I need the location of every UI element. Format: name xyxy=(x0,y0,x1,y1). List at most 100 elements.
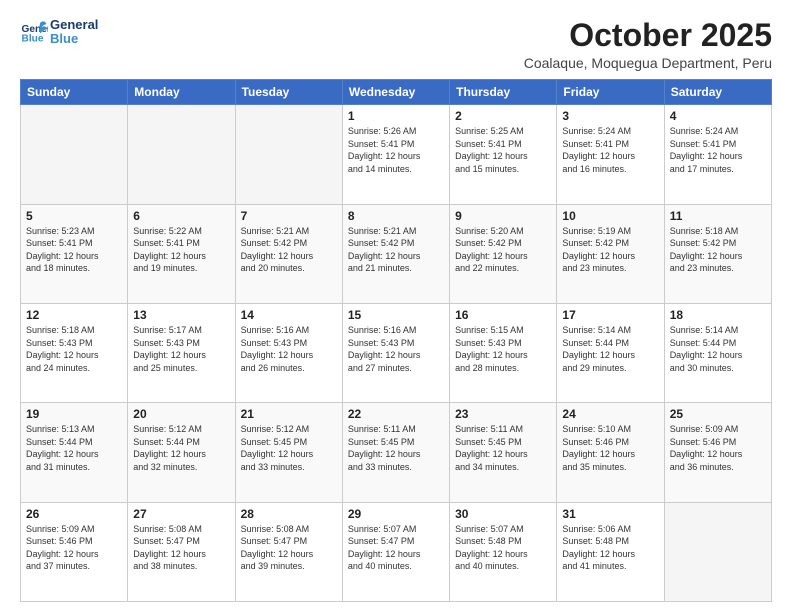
week-row-4: 26 Sunrise: 5:09 AM Sunset: 5:46 PM Dayli… xyxy=(21,502,772,601)
calendar-cell-2-4: 16Sunrise: 5:15 AM Sunset: 5:43 PM Dayli… xyxy=(450,303,557,402)
logo: General Blue General Blue xyxy=(20,18,98,47)
calendar-cell-2-5: 17 Sunrise: 5:14 AM Sunset: 5:44 PM Dayli… xyxy=(557,303,664,402)
calendar-cell-4-0: 26 Sunrise: 5:09 AM Sunset: 5:46 PM Dayli… xyxy=(21,502,128,601)
day-number: 4 xyxy=(670,109,766,123)
day-number: 3 xyxy=(562,109,658,123)
day-number: 2 xyxy=(455,109,551,123)
day-info: Sunrise: 5:08 AM Sunset: 5:47 PM Dayligh… xyxy=(241,523,337,573)
day-number: 9 xyxy=(455,209,551,223)
day-info: Sunrise: 5:19 AM Sunset: 5:42 PM Dayligh… xyxy=(562,225,658,275)
day-info: Sunrise: 5:08 AM Sunset: 5:47 PM Dayligh… xyxy=(133,523,229,573)
day-number: 17 xyxy=(562,308,658,322)
day-number: 13 xyxy=(133,308,229,322)
calendar-cell-1-1: 6 Sunrise: 5:22 AM Sunset: 5:41 PM Daylig… xyxy=(128,204,235,303)
header: General Blue General Blue October 2025 C… xyxy=(20,18,772,71)
col-thursday: Thursday xyxy=(450,80,557,105)
week-row-0: 1 Sunrise: 5:26 AM Sunset: 5:41 PM Daylig… xyxy=(21,105,772,204)
day-info: Sunrise: 5:09 AM Sunset: 5:46 PM Dayligh… xyxy=(26,523,122,573)
day-info: Sunrise: 5:18 AM Sunset: 5:43 PM Dayligh… xyxy=(26,324,122,374)
day-number: 1 xyxy=(348,109,444,123)
day-number: 6 xyxy=(133,209,229,223)
week-row-2: 12Sunrise: 5:18 AM Sunset: 5:43 PM Dayli… xyxy=(21,303,772,402)
calendar-cell-0-1 xyxy=(128,105,235,204)
day-number: 19 xyxy=(26,407,122,421)
day-number: 18 xyxy=(670,308,766,322)
day-info: Sunrise: 5:15 AM Sunset: 5:43 PM Dayligh… xyxy=(455,324,551,374)
day-info: Sunrise: 5:16 AM Sunset: 5:43 PM Dayligh… xyxy=(348,324,444,374)
day-number: 7 xyxy=(241,209,337,223)
calendar-header: Sunday Monday Tuesday Wednesday Thursday… xyxy=(21,80,772,105)
col-wednesday: Wednesday xyxy=(342,80,449,105)
day-info: Sunrise: 5:22 AM Sunset: 5:41 PM Dayligh… xyxy=(133,225,229,275)
day-info: Sunrise: 5:06 AM Sunset: 5:48 PM Dayligh… xyxy=(562,523,658,573)
calendar-cell-0-4: 2 Sunrise: 5:25 AM Sunset: 5:41 PM Daylig… xyxy=(450,105,557,204)
logo-text-general: General xyxy=(50,18,98,32)
day-info: Sunrise: 5:11 AM Sunset: 5:45 PM Dayligh… xyxy=(348,423,444,473)
week-row-1: 5 Sunrise: 5:23 AM Sunset: 5:41 PM Daylig… xyxy=(21,204,772,303)
day-info: Sunrise: 5:17 AM Sunset: 5:43 PM Dayligh… xyxy=(133,324,229,374)
col-friday: Friday xyxy=(557,80,664,105)
svg-text:Blue: Blue xyxy=(22,34,44,45)
day-number: 21 xyxy=(241,407,337,421)
calendar-cell-1-3: 8 Sunrise: 5:21 AM Sunset: 5:42 PM Daylig… xyxy=(342,204,449,303)
day-number: 26 xyxy=(26,507,122,521)
day-number: 11 xyxy=(670,209,766,223)
calendar-cell-2-3: 15 Sunrise: 5:16 AM Sunset: 5:43 PM Dayli… xyxy=(342,303,449,402)
day-number: 30 xyxy=(455,507,551,521)
day-info: Sunrise: 5:14 AM Sunset: 5:44 PM Dayligh… xyxy=(562,324,658,374)
day-info: Sunrise: 5:07 AM Sunset: 5:47 PM Dayligh… xyxy=(348,523,444,573)
calendar-cell-1-5: 10 Sunrise: 5:19 AM Sunset: 5:42 PM Dayli… xyxy=(557,204,664,303)
day-number: 10 xyxy=(562,209,658,223)
col-sunday: Sunday xyxy=(21,80,128,105)
calendar-cell-4-5: 31 Sunrise: 5:06 AM Sunset: 5:48 PM Dayli… xyxy=(557,502,664,601)
day-info: Sunrise: 5:12 AM Sunset: 5:45 PM Dayligh… xyxy=(241,423,337,473)
calendar-cell-0-2 xyxy=(235,105,342,204)
week-row-3: 19 Sunrise: 5:13 AM Sunset: 5:44 PM Dayli… xyxy=(21,403,772,502)
day-info: Sunrise: 5:26 AM Sunset: 5:41 PM Dayligh… xyxy=(348,125,444,175)
day-number: 15 xyxy=(348,308,444,322)
calendar-cell-3-2: 21 Sunrise: 5:12 AM Sunset: 5:45 PM Dayli… xyxy=(235,403,342,502)
col-tuesday: Tuesday xyxy=(235,80,342,105)
day-info: Sunrise: 5:16 AM Sunset: 5:43 PM Dayligh… xyxy=(241,324,337,374)
month-title: October 2025 xyxy=(524,18,772,53)
calendar-cell-2-0: 12Sunrise: 5:18 AM Sunset: 5:43 PM Dayli… xyxy=(21,303,128,402)
calendar-cell-2-1: 13 Sunrise: 5:17 AM Sunset: 5:43 PM Dayli… xyxy=(128,303,235,402)
calendar-cell-2-2: 14Sunrise: 5:16 AM Sunset: 5:43 PM Dayli… xyxy=(235,303,342,402)
day-info: Sunrise: 5:21 AM Sunset: 5:42 PM Dayligh… xyxy=(241,225,337,275)
day-info: Sunrise: 5:20 AM Sunset: 5:42 PM Dayligh… xyxy=(455,225,551,275)
day-info: Sunrise: 5:12 AM Sunset: 5:44 PM Dayligh… xyxy=(133,423,229,473)
calendar-cell-4-6 xyxy=(664,502,771,601)
calendar-cell-1-2: 7 Sunrise: 5:21 AM Sunset: 5:42 PM Daylig… xyxy=(235,204,342,303)
calendar-cell-2-6: 18 Sunrise: 5:14 AM Sunset: 5:44 PM Dayli… xyxy=(664,303,771,402)
calendar-cell-3-4: 23Sunrise: 5:11 AM Sunset: 5:45 PM Dayli… xyxy=(450,403,557,502)
day-info: Sunrise: 5:13 AM Sunset: 5:44 PM Dayligh… xyxy=(26,423,122,473)
day-info: Sunrise: 5:14 AM Sunset: 5:44 PM Dayligh… xyxy=(670,324,766,374)
day-number: 24 xyxy=(562,407,658,421)
day-info: Sunrise: 5:18 AM Sunset: 5:42 PM Dayligh… xyxy=(670,225,766,275)
calendar-cell-1-6: 11 Sunrise: 5:18 AM Sunset: 5:42 PM Dayli… xyxy=(664,204,771,303)
day-info: Sunrise: 5:07 AM Sunset: 5:48 PM Dayligh… xyxy=(455,523,551,573)
day-number: 25 xyxy=(670,407,766,421)
day-number: 8 xyxy=(348,209,444,223)
day-info: Sunrise: 5:09 AM Sunset: 5:46 PM Dayligh… xyxy=(670,423,766,473)
day-info: Sunrise: 5:11 AM Sunset: 5:45 PM Dayligh… xyxy=(455,423,551,473)
calendar-cell-3-3: 22 Sunrise: 5:11 AM Sunset: 5:45 PM Dayli… xyxy=(342,403,449,502)
header-row: Sunday Monday Tuesday Wednesday Thursday… xyxy=(21,80,772,105)
calendar-cell-3-1: 20Sunrise: 5:12 AM Sunset: 5:44 PM Dayli… xyxy=(128,403,235,502)
day-number: 31 xyxy=(562,507,658,521)
day-number: 5 xyxy=(26,209,122,223)
day-info: Sunrise: 5:24 AM Sunset: 5:41 PM Dayligh… xyxy=(562,125,658,175)
logo-icon: General Blue xyxy=(20,18,48,46)
day-info: Sunrise: 5:25 AM Sunset: 5:41 PM Dayligh… xyxy=(455,125,551,175)
calendar-cell-0-6: 4 Sunrise: 5:24 AM Sunset: 5:41 PM Daylig… xyxy=(664,105,771,204)
day-info: Sunrise: 5:21 AM Sunset: 5:42 PM Dayligh… xyxy=(348,225,444,275)
calendar-cell-1-4: 9 Sunrise: 5:20 AM Sunset: 5:42 PM Daylig… xyxy=(450,204,557,303)
title-block: October 2025 Coalaque, Moquegua Departme… xyxy=(524,18,772,71)
day-number: 27 xyxy=(133,507,229,521)
day-number: 22 xyxy=(348,407,444,421)
calendar-cell-3-0: 19 Sunrise: 5:13 AM Sunset: 5:44 PM Dayli… xyxy=(21,403,128,502)
calendar-cell-4-2: 28Sunrise: 5:08 AM Sunset: 5:47 PM Dayli… xyxy=(235,502,342,601)
day-info: Sunrise: 5:24 AM Sunset: 5:41 PM Dayligh… xyxy=(670,125,766,175)
day-info: Sunrise: 5:23 AM Sunset: 5:41 PM Dayligh… xyxy=(26,225,122,275)
col-saturday: Saturday xyxy=(664,80,771,105)
